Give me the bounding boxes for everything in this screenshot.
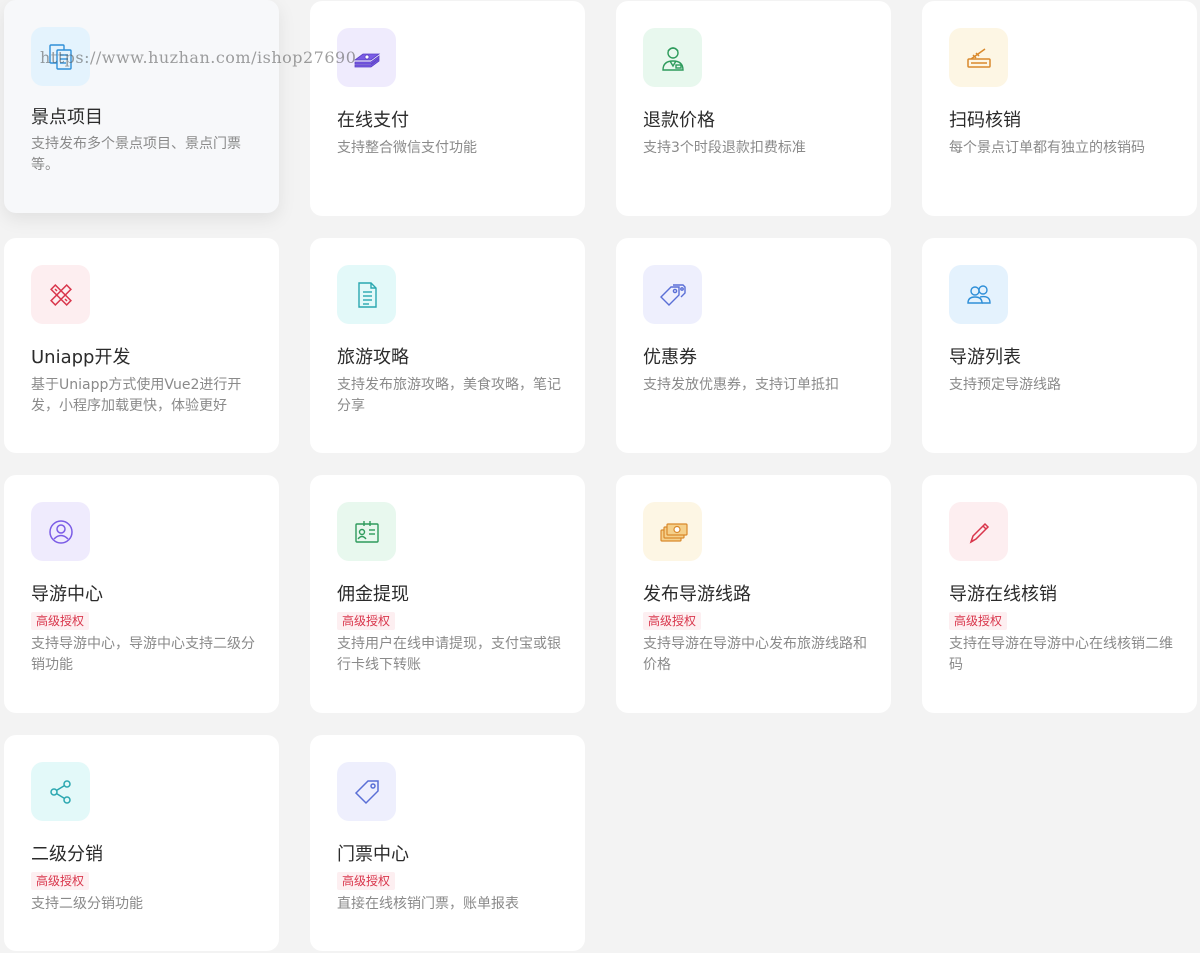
premium-badge: 高级授权 <box>31 872 90 890</box>
card-desc: 支持发布多个景点项目、景点门票等。 <box>31 136 241 173</box>
pen-icon <box>949 502 1008 561</box>
id-card-icon <box>337 502 396 561</box>
card-desc: 支持3个时段退款扣费标准 <box>643 140 806 156</box>
card-desc: 直接在线核销门票，账单报表 <box>337 896 519 912</box>
feature-grid: https://www.huzhan.com/ishop27690 景点项目 支… <box>0 0 1200 953</box>
card-title: 在线支付 <box>337 110 409 131</box>
premium-badge: 高级授权 <box>337 872 396 890</box>
feature-card-guide-center[interactable]: 导游中心 高级授权 支持导游中心，导游中心支持二级分销功能 <box>4 475 279 713</box>
card-desc: 支持在导游在导游中心在线核销二维码 <box>949 636 1173 673</box>
users-icon <box>949 265 1008 324</box>
feature-card-guide-verify[interactable]: 导游在线核销 高级授权 支持在导游在导游中心在线核销二维码 <box>922 475 1197 713</box>
scanner-icon <box>949 28 1008 87</box>
feature-card-commission[interactable]: 佣金提现 高级授权 支持用户在线申请提现，支付宝或银行卡线下转账 <box>310 475 585 713</box>
documents-icon <box>31 27 90 86</box>
card-title: 导游列表 <box>949 347 1021 368</box>
feature-card-travel-guide[interactable]: 旅游攻略 支持发布旅游攻略，美食攻略，笔记分享 <box>310 238 585 453</box>
user-circle-icon <box>31 502 90 561</box>
feature-card-scan-verify[interactable]: 扫码核销 每个景点订单都有独立的核销码 <box>922 1 1197 216</box>
feature-card-guide-list[interactable]: 导游列表 支持预定导游线路 <box>922 238 1197 453</box>
share-icon <box>31 762 90 821</box>
card-desc: 支持预定导游线路 <box>949 377 1061 393</box>
cash-stack-icon <box>337 28 396 87</box>
pencil-ruler-icon <box>31 265 90 324</box>
card-title: 景点项目 <box>31 107 103 128</box>
card-desc: 基于Uniapp方式使用Vue2进行开发，小程序加载更快，体验更好 <box>31 377 242 414</box>
card-title: Uniapp开发 <box>31 347 131 368</box>
card-title: 二级分销 <box>31 844 103 865</box>
card-desc: 支持导游中心，导游中心支持二级分销功能 <box>31 636 255 673</box>
card-title: 退款价格 <box>643 110 715 131</box>
feature-card-publish-route[interactable]: 发布导游线路 高级授权 支持导游在导游中心发布旅游线路和价格 <box>616 475 891 713</box>
premium-badge: 高级授权 <box>31 612 90 630</box>
premium-badge: 高级授权 <box>643 612 702 630</box>
service-person-icon <box>643 28 702 87</box>
card-title: 导游中心 <box>31 584 103 605</box>
tags-icon <box>643 265 702 324</box>
feature-card-online-payment[interactable]: 在线支付 支持整合微信支付功能 <box>310 1 585 216</box>
card-title: 优惠券 <box>643 347 697 368</box>
feature-card-refund-price[interactable]: 退款价格 支持3个时段退款扣费标准 <box>616 1 891 216</box>
card-desc: 支持用户在线申请提现，支付宝或银行卡线下转账 <box>337 636 561 673</box>
card-title: 扫码核销 <box>949 110 1021 131</box>
feature-card-uniapp[interactable]: Uniapp开发 基于Uniapp方式使用Vue2进行开发，小程序加载更快，体验… <box>4 238 279 453</box>
card-desc: 支持整合微信支付功能 <box>337 140 477 156</box>
card-title: 佣金提现 <box>337 584 409 605</box>
premium-badge: 高级授权 <box>949 612 1008 630</box>
document-lines-icon <box>337 265 396 324</box>
card-title: 导游在线核销 <box>949 584 1057 605</box>
card-title: 门票中心 <box>337 844 409 865</box>
feature-card-coupon[interactable]: 优惠券 支持发放优惠券，支持订单抵扣 <box>616 238 891 453</box>
premium-badge: 高级授权 <box>337 612 396 630</box>
tag-icon <box>337 762 396 821</box>
money-icon <box>643 502 702 561</box>
card-desc: 支持二级分销功能 <box>31 896 143 912</box>
card-desc: 支持发布旅游攻略，美食攻略，笔记分享 <box>337 377 561 414</box>
card-desc: 每个景点订单都有独立的核销码 <box>949 140 1145 156</box>
card-title: 旅游攻略 <box>337 347 409 368</box>
card-desc: 支持发放优惠券，支持订单抵扣 <box>643 377 839 393</box>
feature-card-ticket-center[interactable]: 门票中心 高级授权 直接在线核销门票，账单报表 <box>310 735 585 951</box>
feature-card-scenic-project[interactable]: 景点项目 支持发布多个景点项目、景点门票等。 <box>4 0 279 213</box>
card-title: 发布导游线路 <box>643 584 751 605</box>
feature-card-distribution[interactable]: 二级分销 高级授权 支持二级分销功能 <box>4 735 279 951</box>
card-desc: 支持导游在导游中心发布旅游线路和价格 <box>643 636 867 673</box>
